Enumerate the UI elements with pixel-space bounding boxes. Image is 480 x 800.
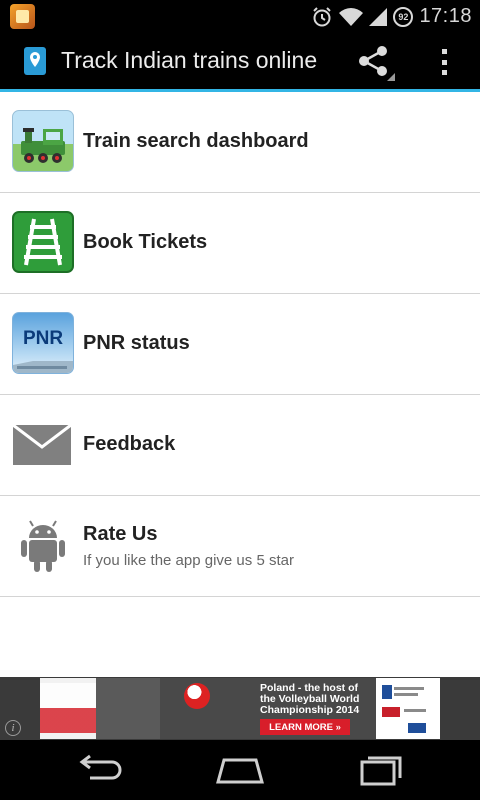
ad-headline: Poland - the host of the Volleyball Worl… — [260, 682, 360, 716]
menu-item-train-search[interactable]: Train search dashboard — [0, 92, 480, 193]
menu-list: Train search dashboard Book Tickets PNR … — [0, 92, 480, 597]
location-pin-icon[interactable] — [24, 47, 46, 75]
overflow-dot — [441, 59, 447, 65]
clock: 17:18 — [419, 5, 472, 27]
battery-icon: 92 — [393, 6, 414, 27]
train-icon — [12, 110, 74, 172]
system-icons: 92 17:18 — [311, 0, 472, 33]
pnr-icon: PNR — [12, 312, 74, 374]
menu-item-label: PNR status — [83, 332, 190, 354]
share-icon[interactable] — [356, 43, 396, 81]
overflow-dot — [441, 49, 447, 54]
recents-icon[interactable] — [350, 752, 410, 788]
menu-item-feedback[interactable]: Feedback — [0, 395, 480, 496]
menu-item-rate-us[interactable]: Rate Us If you like the app give us 5 st… — [0, 496, 480, 597]
app-notification-icon — [10, 4, 35, 29]
alarm-icon — [313, 6, 332, 26]
overflow-dot — [441, 70, 447, 75]
android-icon — [12, 514, 74, 576]
overflow-menu-icon[interactable] — [434, 47, 454, 77]
menu-item-book-tickets[interactable]: Book Tickets — [0, 193, 480, 294]
ad-sponsor-logo — [382, 685, 426, 733]
battery-level: 92 — [398, 11, 409, 22]
pnr-icon-text: PNR — [22, 328, 64, 349]
menu-item-label: Train search dashboard — [83, 130, 309, 152]
home-icon[interactable] — [210, 752, 270, 788]
menu-item-label: Feedback — [83, 433, 176, 455]
ad-flag-graphic — [40, 683, 96, 733]
menu-item-label: Book Tickets — [83, 231, 208, 253]
railway-track-icon — [12, 211, 74, 273]
signal-icon — [369, 7, 388, 26]
ad-learn-more-button[interactable]: LEARN MORE » — [260, 719, 350, 735]
menu-item-subtitle: If you like the app give us 5 star — [83, 552, 294, 569]
navigation-bar — [0, 740, 480, 800]
app-title: Track Indian trains online — [61, 47, 318, 73]
mail-icon — [12, 413, 74, 475]
menu-item-pnr-status[interactable]: PNR PNR status — [0, 294, 480, 395]
action-bar: Track Indian trains online — [0, 33, 480, 89]
volleyball-icon — [184, 683, 210, 709]
menu-item-label: Rate Us — [83, 523, 158, 545]
ad-info-icon[interactable]: i — [5, 720, 21, 736]
ad-banner[interactable]: Poland - the host of the Volleyball Worl… — [0, 677, 480, 740]
back-icon[interactable] — [70, 752, 130, 788]
status-bar: 92 17:18 — [0, 0, 480, 33]
wifi-icon — [339, 7, 364, 26]
